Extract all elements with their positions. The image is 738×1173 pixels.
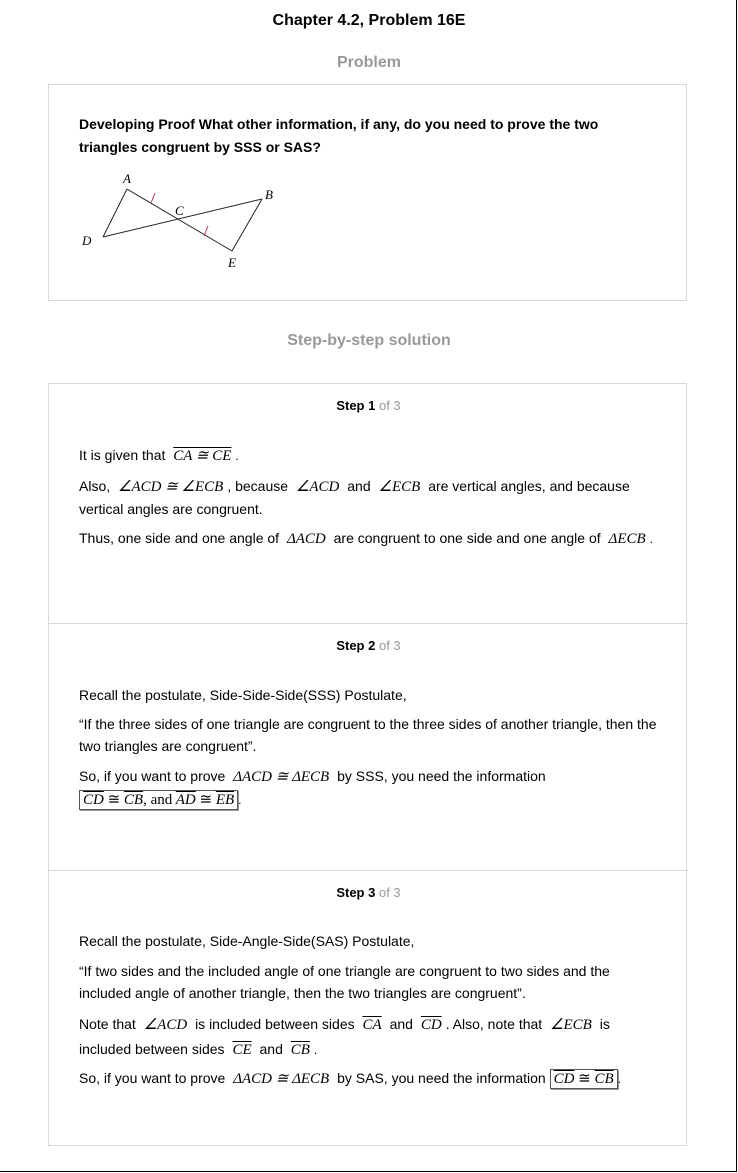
segment-cb: CB xyxy=(290,1042,310,1058)
text-and: and xyxy=(347,478,371,494)
segment-cb: CB xyxy=(594,1071,614,1087)
step-3-conclusion: So, if you want to prove ΔACD ≅ ΔECB by … xyxy=(79,1069,622,1089)
math-triangle-ecb: ΔECB xyxy=(608,531,646,547)
step-2-label: Step 2 xyxy=(336,638,376,653)
text-so-prove: So, if you want to prove xyxy=(79,1070,226,1086)
step-1: Step 1 of 3 It is given that CA ≅ CE. Al… xyxy=(49,384,688,623)
label-d: D xyxy=(81,233,92,248)
solution-card: Step 1 of 3 It is given that CA ≅ CE. Al… xyxy=(48,383,688,1146)
answer-box-sas: CD ≅ CB xyxy=(549,1069,618,1089)
text-note-that: Note that xyxy=(79,1016,136,1032)
math-angle-congruence: ∠ACD ≅ ∠ECB xyxy=(118,479,224,495)
text-also-note: . Also, note that xyxy=(445,1016,543,1032)
step-2-conclusion: So, if you want to prove ΔACD ≅ ΔECB by … xyxy=(79,768,546,810)
text-also: Also, xyxy=(79,478,111,494)
problem-statement: Developing Proof What other information,… xyxy=(79,116,599,155)
text-included-between: is included between sides xyxy=(195,1016,355,1032)
step-2: Step 2 of 3 Recall the postulate, Side-S… xyxy=(49,623,688,870)
answer-box-sss: CD ≅ CB, and AD ≅ EB xyxy=(79,790,239,810)
text-because: , because xyxy=(227,478,289,494)
solution-heading: Step-by-step solution xyxy=(287,332,451,349)
segment-cd: CD xyxy=(83,792,104,808)
segment-cd: CD xyxy=(553,1071,575,1087)
step-3-included-sides: Note that ∠ACD is included between sides… xyxy=(79,1016,610,1058)
problem-card: Developing Proof What other information,… xyxy=(48,84,687,301)
chapter-title: Chapter 4.2, Problem 16E xyxy=(272,12,466,29)
label-e: E xyxy=(227,255,236,269)
step-1-label: Step 1 xyxy=(336,398,376,413)
step-1-count: of 3 xyxy=(378,398,401,413)
text-and: and xyxy=(259,1041,283,1057)
text-so-prove: So, if you want to prove xyxy=(79,768,226,784)
step-1-conclusion: Thus, one side and one angle of ΔACD are… xyxy=(79,530,653,547)
step-3-header: Step 3 of 3 xyxy=(49,885,688,900)
segment-da xyxy=(102,188,128,238)
step-1-given-text: It is given that xyxy=(79,447,166,463)
text-thus: Thus, one side and one angle of xyxy=(79,530,280,546)
segment-ce: CE xyxy=(232,1042,252,1058)
step-1-vertical-angles: Also, ∠ACD ≅ ∠ECB, because ∠ACD and ∠ECB… xyxy=(79,475,659,520)
step-1-header: Step 1 of 3 xyxy=(49,398,688,413)
segment-ae xyxy=(126,188,233,252)
step-3-count: of 3 xyxy=(378,885,401,900)
segment-cb: CB xyxy=(123,792,144,808)
step-2-postulate: Recall the postulate, Side-Side-Side(SSS… xyxy=(79,687,407,703)
label-b: B xyxy=(265,187,273,202)
math-angle-ecb: ∠ECB xyxy=(550,1017,592,1033)
label-c: C xyxy=(175,203,184,218)
math-angle-acd: ∠ACD xyxy=(143,1017,188,1033)
step-2-header: Step 2 of 3 xyxy=(49,638,688,653)
problem-heading: Problem xyxy=(336,54,401,71)
tick-mark-ca xyxy=(150,192,156,204)
text-and: and xyxy=(389,1016,413,1032)
math-triangle-congruence: ΔACD ≅ ΔECB xyxy=(233,1071,330,1087)
label-a: A xyxy=(122,171,131,186)
tick-mark-ce xyxy=(203,225,209,237)
math-angle-ecb: ∠ECB xyxy=(378,479,421,495)
congruent-symbol: ≅ xyxy=(199,792,213,808)
segment-be xyxy=(231,198,263,252)
step-3: Step 3 of 3 Recall the postulate, Side-A… xyxy=(49,870,688,1145)
step-2-count: of 3 xyxy=(378,638,401,653)
text-by-sss: by SSS, you need the information xyxy=(337,768,546,784)
segment-ad: AD xyxy=(175,792,196,808)
segment-cd: CD xyxy=(420,1017,442,1033)
step-3-label: Step 3 xyxy=(336,885,376,900)
text-by-sas: by SAS, you need the information xyxy=(337,1070,546,1086)
step-3-quote: “If two sides and the included angle of … xyxy=(79,963,610,1001)
triangle-figure: A B C D E xyxy=(81,171,273,269)
segment-ca: CA xyxy=(362,1017,382,1033)
text-and-box: , and xyxy=(143,792,173,808)
segment-eb: EB xyxy=(215,792,235,808)
step-1-given: It is given that CA ≅ CE. xyxy=(79,447,239,464)
math-triangle-acd: ΔACD xyxy=(286,531,326,547)
math-triangle-congruence: ΔACD ≅ ΔECB xyxy=(233,769,330,785)
step-3-postulate: Recall the postulate, Side-Angle-Side(SA… xyxy=(79,933,415,949)
math-angle-acd: ∠ACD xyxy=(295,479,340,495)
text-congruent-to: are congruent to one side and one angle … xyxy=(333,530,601,546)
math-ca-cong-ce: CA ≅ CE xyxy=(173,448,232,464)
step-2-quote: “If the three sides of one triangle are … xyxy=(79,716,657,754)
congruent-symbol: ≅ xyxy=(578,1071,591,1087)
congruent-symbol: ≅ xyxy=(107,792,121,808)
